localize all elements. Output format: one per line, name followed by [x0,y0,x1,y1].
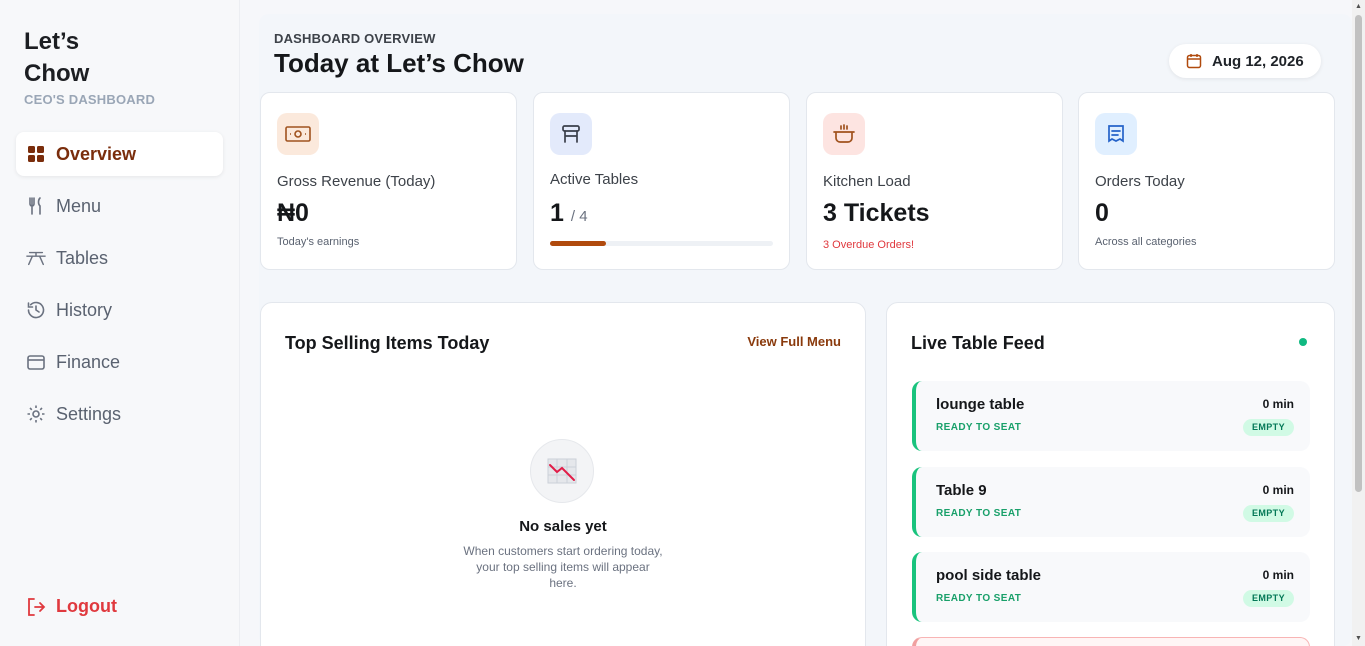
date-label: Aug 12, 2026 [1212,52,1304,70]
panel-title: Top Selling Items Today [285,333,490,353]
brand: Let’s Chow CEO'S DASHBOARD [24,26,174,107]
receipt-icon [1095,113,1137,155]
top-selling-panel: Top Selling Items Today View Full Menu N… [260,302,866,646]
table-elapsed-time: 0 min [1262,483,1294,497]
page-scrollbar[interactable]: ▲ ▼ [1352,0,1365,646]
table-name: pool side table [936,567,1042,584]
stat-subtext: Across all categories [1095,236,1197,248]
sidebar-item-label: History [56,299,113,320]
stat-card-kitchen-load: Kitchen Load 3 Tickets 3 Overdue Orders! [806,92,1063,270]
scroll-down-arrow-icon[interactable]: ▼ [1355,635,1362,642]
chart-down-icon [530,439,594,503]
empty-state-description: When customers start ordering today, you… [463,544,663,590]
sidebar-item-menu[interactable]: Menu [16,184,223,228]
sidebar-item-history[interactable]: History [16,288,223,332]
overdue-warning: 3 Overdue Orders! [823,239,915,251]
sidebar-item-label: Overview [56,143,137,164]
table-feed-item[interactable]: lounge table READY TO SEAT 0 min EMPTY [912,381,1310,451]
stat-label: Gross Revenue (Today) [277,173,436,190]
table-elapsed-time: 0 min [1262,568,1294,582]
live-table-feed-panel: Live Table Feed lounge table READY TO SE… [886,302,1335,646]
sidebar: Let’s Chow CEO'S DASHBOARD Overview Menu… [0,0,240,646]
table-feed-item[interactable]: pool side table READY TO SEAT 0 min EMPT… [912,552,1310,622]
table-name: Table 9 [936,482,987,499]
panel-title: Live Table Feed [911,333,1045,353]
sidebar-item-label: Menu [56,195,102,216]
table-status: READY TO SEAT [936,422,1022,433]
gear-icon [26,404,46,424]
date-picker-button[interactable]: Aug 12, 2026 [1169,44,1321,78]
fork-knife-icon [26,196,46,216]
stat-label: Kitchen Load [823,173,911,190]
occupancy-progress-fill [550,241,606,246]
table-icon [26,248,46,268]
stat-value: 1 / 4 [550,199,588,228]
stat-subtext: Today's earnings [277,236,360,248]
page-title: Today at Let’s Chow [274,48,524,78]
stat-card-active-tables: Active Tables 1 / 4 [533,92,790,270]
logout-label: Logout [56,596,117,616]
stat-value: 0 [1095,199,1109,227]
stat-label: Orders Today [1095,173,1185,190]
stat-value: 3 Tickets [823,199,930,227]
live-indicator-dot [1299,338,1307,346]
sidebar-item-settings[interactable]: Settings [16,392,223,436]
sidebar-item-label: Settings [56,403,122,424]
table-feed-item[interactable]: Table 9 READY TO SEAT 0 min EMPTY [912,467,1310,537]
occupancy-progress-bar [550,241,773,246]
sidebar-item-finance[interactable]: Finance [16,340,223,384]
stat-card-orders: Orders Today 0 Across all categories [1078,92,1335,270]
table-name: lounge table [936,396,1025,413]
table-elapsed-time: 0 min [1262,397,1294,411]
empty-state-title: No sales yet [519,518,607,535]
pot-icon [823,113,865,155]
logout-icon [26,597,46,617]
stat-card-revenue: Gross Revenue (Today) ₦0 Today's earning… [260,92,517,270]
chair-icon [550,113,592,155]
brand-name-line2: Chow [24,60,90,87]
table-feed-item-overflow[interactable] [912,637,1310,646]
brand-name-line1: Let’s [24,28,80,55]
scrollbar-thumb[interactable] [1355,15,1362,492]
sidebar-nav: Overview Menu Tables History Finance Set… [16,132,223,444]
stat-value: ₦0 [277,199,309,227]
history-icon [26,300,46,320]
calendar-icon [1186,53,1202,69]
page-overline: DASHBOARD OVERVIEW [274,31,436,46]
active-count: 1 [550,199,564,227]
stat-label: Active Tables [550,171,639,188]
sidebar-item-label: Finance [56,351,121,372]
grid-icon [26,144,46,164]
wallet-icon [26,352,46,372]
scroll-up-arrow-icon[interactable]: ▲ [1355,3,1362,10]
view-full-menu-link[interactable]: View Full Menu [747,334,841,349]
status-badge: EMPTY [1242,505,1294,522]
logout-button[interactable]: Logout [26,596,117,617]
table-status: READY TO SEAT [936,508,1022,519]
status-badge: EMPTY [1242,590,1294,607]
sidebar-item-label: Tables [56,247,109,268]
table-status: READY TO SEAT [936,593,1022,604]
brand-subtitle: CEO'S DASHBOARD [24,92,156,107]
cash-icon [277,113,319,155]
sidebar-item-overview[interactable]: Overview [16,132,223,176]
status-badge: EMPTY [1242,419,1294,436]
sidebar-item-tables[interactable]: Tables [16,236,223,280]
total-count: / 4 [570,208,588,225]
